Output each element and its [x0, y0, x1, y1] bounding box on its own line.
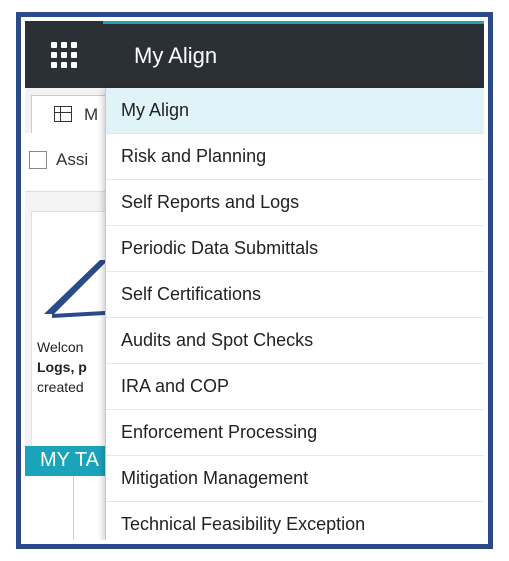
- screenshot-frame: My Align M Assi Welcon Logs, p created M…: [16, 12, 493, 549]
- tasks-divider: [73, 476, 74, 540]
- top-bar: My Align: [25, 21, 484, 88]
- screenshot-border: My Align M Assi Welcon Logs, p created M…: [21, 17, 488, 544]
- app-switcher-dropdown: My Align Risk and Planning Self Reports …: [105, 88, 484, 540]
- welcome-line: Welcon: [37, 339, 84, 355]
- menu-item-my-align[interactable]: My Align: [106, 88, 484, 134]
- app-title: My Align: [134, 43, 218, 68]
- tab-my-align[interactable]: M: [31, 95, 113, 134]
- assign-label: Assi: [56, 150, 89, 169]
- menu-item-technical-feasibility-exception[interactable]: Technical Feasibility Exception: [106, 502, 484, 540]
- tab-label: M: [84, 105, 99, 124]
- menu-item-risk-and-planning[interactable]: Risk and Planning: [106, 134, 484, 180]
- app-screen: My Align M Assi Welcon Logs, p created M…: [25, 21, 484, 540]
- menu-item-self-reports-and-logs[interactable]: Self Reports and Logs: [106, 180, 484, 226]
- welcome-line: created: [37, 379, 84, 395]
- app-launcher-grid-icon: [50, 41, 77, 68]
- welcome-line: Logs, p: [37, 359, 87, 375]
- my-tasks-label: MY TA: [40, 449, 99, 471]
- welcome-text: Welcon Logs, p created: [37, 337, 87, 397]
- app-launcher-button[interactable]: [25, 21, 102, 88]
- menu-item-audits-and-spot-checks[interactable]: Audits and Spot Checks: [106, 318, 484, 364]
- menu-item-self-certifications[interactable]: Self Certifications: [106, 272, 484, 318]
- menu-item-ira-and-cop[interactable]: IRA and COP: [106, 364, 484, 410]
- assign-checkbox[interactable]: [29, 151, 47, 169]
- menu-item-mitigation-management[interactable]: Mitigation Management: [106, 456, 484, 502]
- table-grid-icon: [54, 106, 72, 122]
- menu-item-enforcement-processing[interactable]: Enforcement Processing: [106, 410, 484, 456]
- menu-item-periodic-data-submittals[interactable]: Periodic Data Submittals: [106, 226, 484, 272]
- app-title-area[interactable]: My Align: [103, 21, 484, 88]
